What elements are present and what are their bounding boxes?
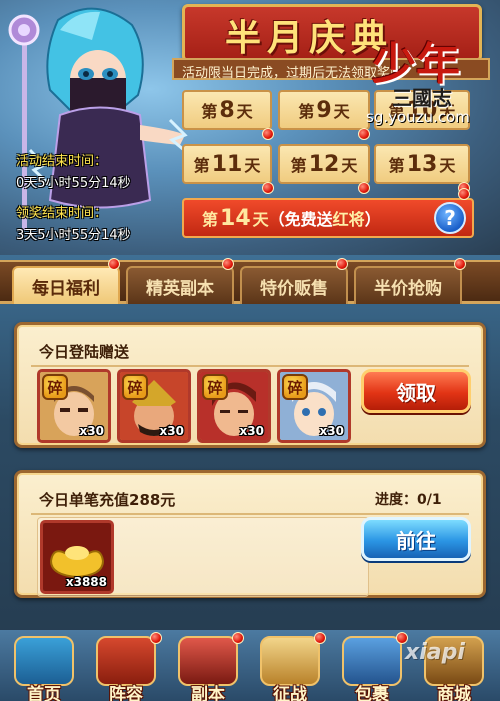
reward-item-3-count: x30 (239, 424, 264, 438)
shard-badge: 碎 (42, 374, 68, 400)
day-14-gift-close: ） (364, 210, 381, 229)
day-13-suffix: 天 (439, 156, 456, 175)
tab-special-sale-dot (336, 258, 348, 270)
daily-login-separator (31, 365, 469, 367)
day-12-notification-dot (358, 182, 370, 194)
day-13-number: 13 (406, 151, 438, 177)
nav-home[interactable]: 首页 (4, 634, 84, 701)
nav-campaign[interactable]: 征战 (250, 634, 330, 701)
day-14-notification-dot (458, 188, 470, 200)
day-8-notification-dot (262, 128, 274, 140)
daily-login-panel: 今日登陆赠送 碎 x30 碎 x30 碎 x30 碎 x30 领取 (14, 322, 486, 448)
day-9-prefix: 第 (298, 102, 315, 121)
nav-home-label: 首页 (27, 685, 61, 701)
day-11-cell[interactable]: 第 11 天 (182, 144, 272, 184)
tab-daily-welfare-dot (108, 258, 120, 270)
nav-shop-label: 商城 (437, 685, 471, 701)
day-14-special-cell[interactable]: 第 14 天（免费送 红将） (182, 198, 474, 238)
nav-dungeon-dot (232, 632, 244, 644)
day-9-notification-dot (358, 128, 370, 140)
tab-daily-welfare[interactable]: 每日福利 (12, 266, 120, 304)
nav-lineup-dot (150, 632, 162, 644)
day-14-prefix: 第 (202, 210, 219, 229)
reward-item-1-count: x30 (79, 424, 104, 438)
reward-item-3[interactable]: 碎 x30 (197, 369, 271, 443)
tab-special-sale[interactable]: 特价贩售 (240, 266, 348, 304)
day-11-suffix: 天 (244, 156, 261, 175)
game-logo: 少年 三國志 sg.youzu.com (362, 26, 482, 128)
day-14-gift-text: （免费送 (268, 210, 333, 229)
bag-icon (342, 636, 402, 686)
recharge-title: 今日单笔充值288元 (39, 491, 176, 509)
nav-dungeon[interactable]: 副本 (168, 634, 248, 701)
day-9-suffix: 天 (333, 102, 350, 121)
claim-end-value: 3天5小时55分14秒 (16, 228, 131, 243)
gold-ingot-item[interactable]: x3888 (40, 520, 114, 594)
day-14-number: 14 (220, 205, 251, 231)
day-9-number: 9 (316, 97, 332, 123)
recharge-panel: 今日单笔充值288元 进度：0/1 x3888 前往 (14, 470, 486, 598)
dungeon-icon (178, 636, 238, 686)
go-button[interactable]: 前往 (361, 517, 471, 561)
claim-end-label: 领奖结束时间： (16, 206, 108, 221)
event-hero: 半月庆典 活动限当日完成，过期后无法领取奖励 第8天 第9天 第 10 天 第 11 天… (0, 0, 500, 255)
staff (8, 14, 40, 230)
day-8-cell[interactable]: 第8天 (182, 90, 272, 130)
activity-end-label: 活动结束时间： (16, 154, 108, 169)
day-12-number: 12 (308, 151, 340, 177)
day-8-suffix: 天 (236, 102, 253, 121)
campaign-target-icon (260, 636, 320, 686)
lineup-icon (96, 636, 156, 686)
day-14-suffix: 天 (252, 210, 269, 229)
day-12-prefix: 第 (290, 156, 307, 175)
home-icon (14, 636, 74, 686)
shard-badge: 碎 (202, 374, 228, 400)
reward-item-2-count: x30 (159, 424, 184, 438)
help-icon[interactable]: ? (434, 202, 466, 234)
reward-item-1[interactable]: 碎 x30 (37, 369, 111, 443)
tab-half-price-dot (454, 258, 466, 270)
nav-campaign-label: 征战 (273, 685, 307, 701)
day-13-cell[interactable]: 第 13 天 (374, 144, 470, 184)
watermark: xiapi (405, 640, 465, 665)
nav-lineup[interactable]: 阵容 (86, 634, 166, 701)
logo-url: sg.youzu.com (366, 108, 470, 126)
tab-elite-dungeon[interactable]: 精英副本 (126, 266, 234, 304)
tab-half-price[interactable]: 半价抢购 (354, 266, 462, 304)
day-11-notification-dot (262, 182, 274, 194)
nav-campaign-dot (314, 632, 326, 644)
nav-dungeon-label: 副本 (191, 685, 225, 701)
progress-value: 0/1 (417, 492, 442, 508)
day-8-number: 8 (219, 97, 235, 123)
day-9-cell[interactable]: 第9天 (278, 90, 370, 130)
day-11-prefix: 第 (193, 156, 210, 175)
nav-lineup-label: 阵容 (109, 685, 143, 701)
shard-badge: 碎 (282, 374, 308, 400)
logo-sub-text: 三國志 (392, 86, 452, 110)
day-11-number: 11 (211, 151, 243, 177)
recharge-separator (31, 513, 469, 515)
reward-item-4[interactable]: 碎 x30 (277, 369, 351, 443)
day-12-cell[interactable]: 第 12 天 (278, 144, 370, 184)
claim-button[interactable]: 领取 (361, 369, 471, 413)
progress-label: 进度： (375, 492, 417, 508)
day-12-suffix: 天 (341, 156, 358, 175)
nav-bag[interactable]: 包裹 (332, 634, 412, 701)
gold-ingot-count: x3888 (65, 575, 107, 589)
reward-item-4-count: x30 (319, 424, 344, 438)
day-14-reward-name: 红将 (332, 210, 365, 229)
tab-elite-dungeon-dot (222, 258, 234, 270)
progress-text: 进度：0/1 (375, 489, 442, 509)
reward-item-2[interactable]: 碎 x30 (117, 369, 191, 443)
recharge-reward-box: x3888 (37, 517, 369, 597)
daily-login-title: 今日登陆赠送 (39, 343, 130, 361)
day-8-prefix: 第 (201, 102, 218, 121)
day-13-prefix: 第 (388, 156, 405, 175)
nav-bag-label: 包裹 (355, 685, 389, 701)
tab-bar: 每日福利 精英副本 特价贩售 半价抢购 (0, 258, 500, 304)
shard-badge: 碎 (122, 374, 148, 400)
activity-end-value: 0天5小时55分14秒 (16, 176, 131, 191)
